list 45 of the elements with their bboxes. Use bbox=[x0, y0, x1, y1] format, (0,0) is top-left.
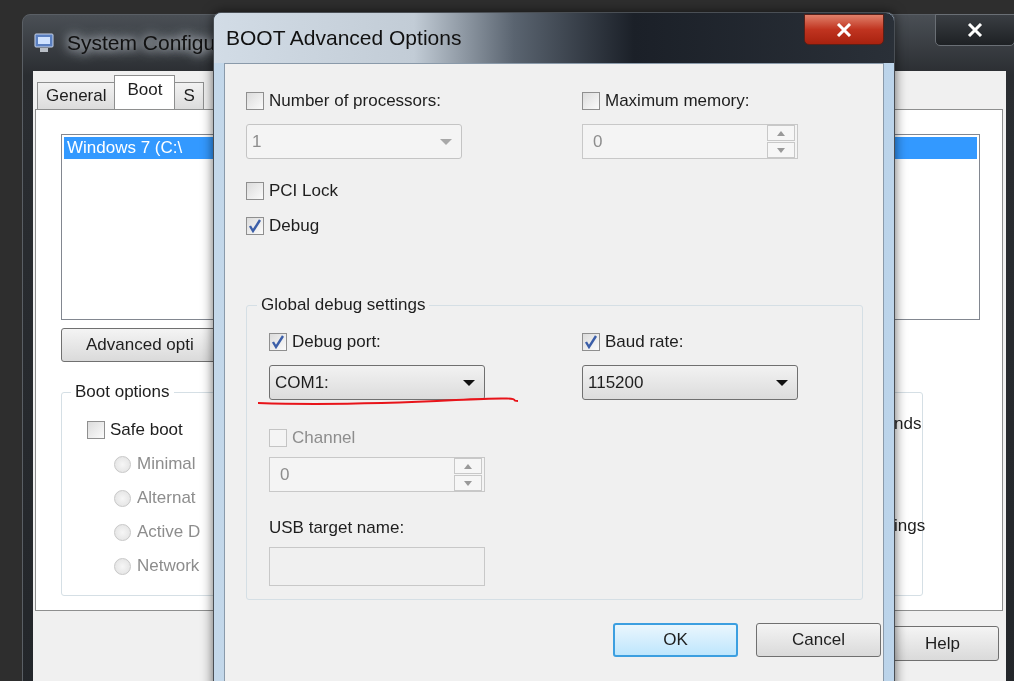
checkbox[interactable] bbox=[582, 333, 600, 351]
caret-icon bbox=[462, 378, 476, 387]
down-arrow-icon bbox=[777, 147, 785, 153]
radio-label: Network bbox=[137, 556, 200, 576]
field-label: USB target name: bbox=[269, 517, 406, 539]
checkbox-label: Safe boot bbox=[110, 420, 183, 440]
checkbox[interactable] bbox=[246, 217, 264, 235]
close-icon bbox=[967, 23, 983, 37]
caret-icon bbox=[775, 378, 789, 387]
group-title: Boot options bbox=[71, 382, 174, 402]
close-icon bbox=[836, 22, 852, 37]
checkbox-label: Number of processors: bbox=[269, 91, 441, 111]
tab[interactable]: General bbox=[37, 82, 116, 109]
checkbox-label: PCI Lock bbox=[269, 181, 338, 201]
caret-icon bbox=[439, 137, 453, 146]
option-label: nds bbox=[894, 414, 922, 434]
radio-label: Active D bbox=[137, 522, 201, 542]
radio-label: Alternat bbox=[137, 488, 196, 508]
group-title: Global debug settings bbox=[257, 295, 430, 315]
up-arrow-icon bbox=[777, 130, 785, 136]
dropdown[interactable]: 115200 bbox=[582, 365, 798, 400]
tab[interactable]: S bbox=[174, 82, 204, 109]
checkbox-label: Debug port: bbox=[292, 332, 381, 352]
tab[interactable]: Boot bbox=[114, 75, 176, 109]
checkbox-label: Maximum memory: bbox=[605, 91, 750, 111]
checkbox-label: Channel bbox=[292, 428, 356, 448]
spin-up-button[interactable] bbox=[454, 458, 482, 474]
radio-label: Minimal bbox=[137, 454, 196, 474]
dialog-title: BOOT Advanced Options bbox=[226, 26, 462, 50]
window-title: System Configu bbox=[67, 31, 216, 55]
close-button[interactable] bbox=[804, 14, 884, 45]
down-arrow-icon bbox=[464, 480, 472, 486]
close-button[interactable] bbox=[935, 14, 1014, 46]
dialog-button[interactable]: Cancel bbox=[756, 623, 881, 657]
checkbox-label: Debug bbox=[269, 216, 320, 236]
monitor-icon bbox=[33, 32, 55, 54]
checkbox[interactable] bbox=[87, 421, 105, 439]
checkbox[interactable] bbox=[246, 182, 264, 200]
spin-down-button[interactable] bbox=[454, 475, 482, 491]
dropdown[interactable]: COM1: bbox=[269, 365, 485, 400]
dialog-button[interactable]: OK bbox=[613, 623, 738, 657]
option-label: ings bbox=[894, 516, 926, 536]
up-arrow-icon bbox=[464, 463, 472, 469]
checkbox[interactable] bbox=[269, 333, 287, 351]
checkbox-label: Baud rate: bbox=[605, 332, 684, 352]
